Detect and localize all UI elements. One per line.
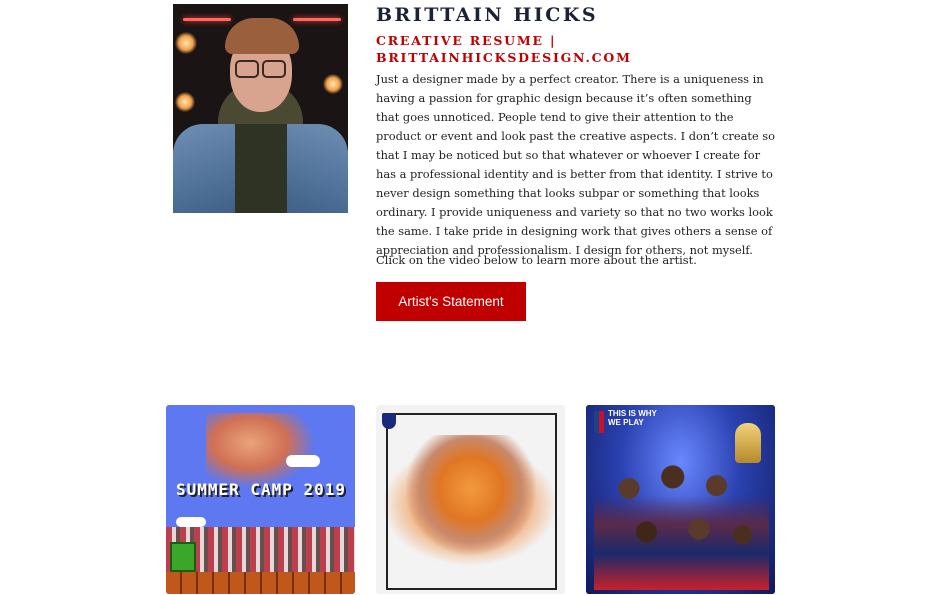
video-prompt-text: Click on the video below to learn more a… xyxy=(376,253,697,267)
portfolio-tile-nba[interactable]: THIS IS WHY WE PLAY xyxy=(586,405,775,594)
portfolio-tile-summer-camp[interactable]: SUMMER CAMP 2019 xyxy=(166,405,355,594)
subtitle: CREATIVE RESUME | BRITTAINHICKSDESIGN.CO… xyxy=(376,33,632,65)
nba-logo-icon xyxy=(594,411,604,433)
profile-photo xyxy=(173,4,348,213)
tile-title: SUMMER CAMP 2019 xyxy=(175,480,347,499)
portfolio-tile-orange-team[interactable] xyxy=(376,405,565,594)
trophy-icon xyxy=(735,423,761,463)
team-crest-icon xyxy=(382,413,396,429)
page-title: BRITTAIN HICKS xyxy=(376,4,599,26)
tile-tagline: THIS IS WHY WE PLAY xyxy=(608,409,657,427)
artist-statement-button[interactable]: Artist's Statement xyxy=(376,282,526,321)
bio-paragraph: Just a designer made by a perfect creato… xyxy=(376,72,776,257)
